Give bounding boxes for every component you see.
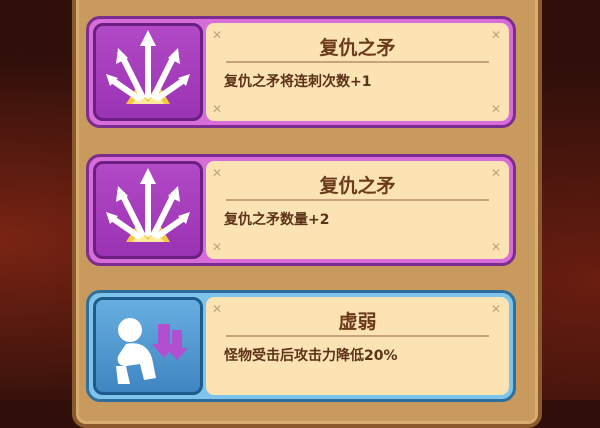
- card-content: 复仇之矛 复仇之矛数量+2 ✕ ✕ ✕ ✕: [206, 161, 509, 259]
- card-content: 复仇之矛 复仇之矛将连刺次数+1 ✕ ✕ ✕ ✕: [206, 23, 509, 121]
- card-title: 复仇之矛: [319, 37, 396, 59]
- title-divider: [226, 61, 489, 63]
- corner-ornament-icon: ✕: [491, 302, 502, 316]
- upgrade-card-1[interactable]: 复仇之矛 复仇之矛将连刺次数+1 ✕ ✕ ✕ ✕: [86, 16, 516, 128]
- card-description: 怪物受击后攻击力降低20%: [224, 348, 398, 364]
- weakened-figure-icon: [116, 318, 188, 384]
- corner-ornament-icon: ✕: [212, 102, 223, 116]
- corner-ornament-icon: ✕: [491, 102, 502, 116]
- icon-frame: [93, 23, 203, 121]
- spear-burst-icon: [106, 30, 190, 104]
- spear-burst-icon: [106, 168, 190, 242]
- corner-ornament-icon: ✕: [212, 302, 223, 316]
- icon-frame: [93, 161, 203, 259]
- corner-ornament-icon: ✕: [212, 240, 223, 254]
- card-description: 复仇之矛将连刺次数+1: [224, 74, 372, 90]
- corner-ornament-icon: ✕: [212, 28, 223, 42]
- card-title: 虚弱: [338, 311, 377, 333]
- card-description: 复仇之矛数量+2: [224, 212, 330, 228]
- card-content: 虚弱 怪物受击后攻击力降低20% ✕ ✕: [206, 297, 509, 395]
- upgrade-card-3[interactable]: 虚弱 怪物受击后攻击力降低20% ✕ ✕: [86, 290, 516, 402]
- title-divider: [226, 335, 489, 337]
- upgrade-card-2[interactable]: 复仇之矛 复仇之矛数量+2 ✕ ✕ ✕ ✕: [86, 154, 516, 266]
- card-title: 复仇之矛: [319, 175, 396, 197]
- title-divider: [226, 199, 489, 201]
- icon-frame: [93, 297, 203, 395]
- corner-ornament-icon: ✕: [491, 240, 502, 254]
- corner-ornament-icon: ✕: [491, 166, 502, 180]
- corner-ornament-icon: ✕: [491, 28, 502, 42]
- corner-ornament-icon: ✕: [212, 166, 223, 180]
